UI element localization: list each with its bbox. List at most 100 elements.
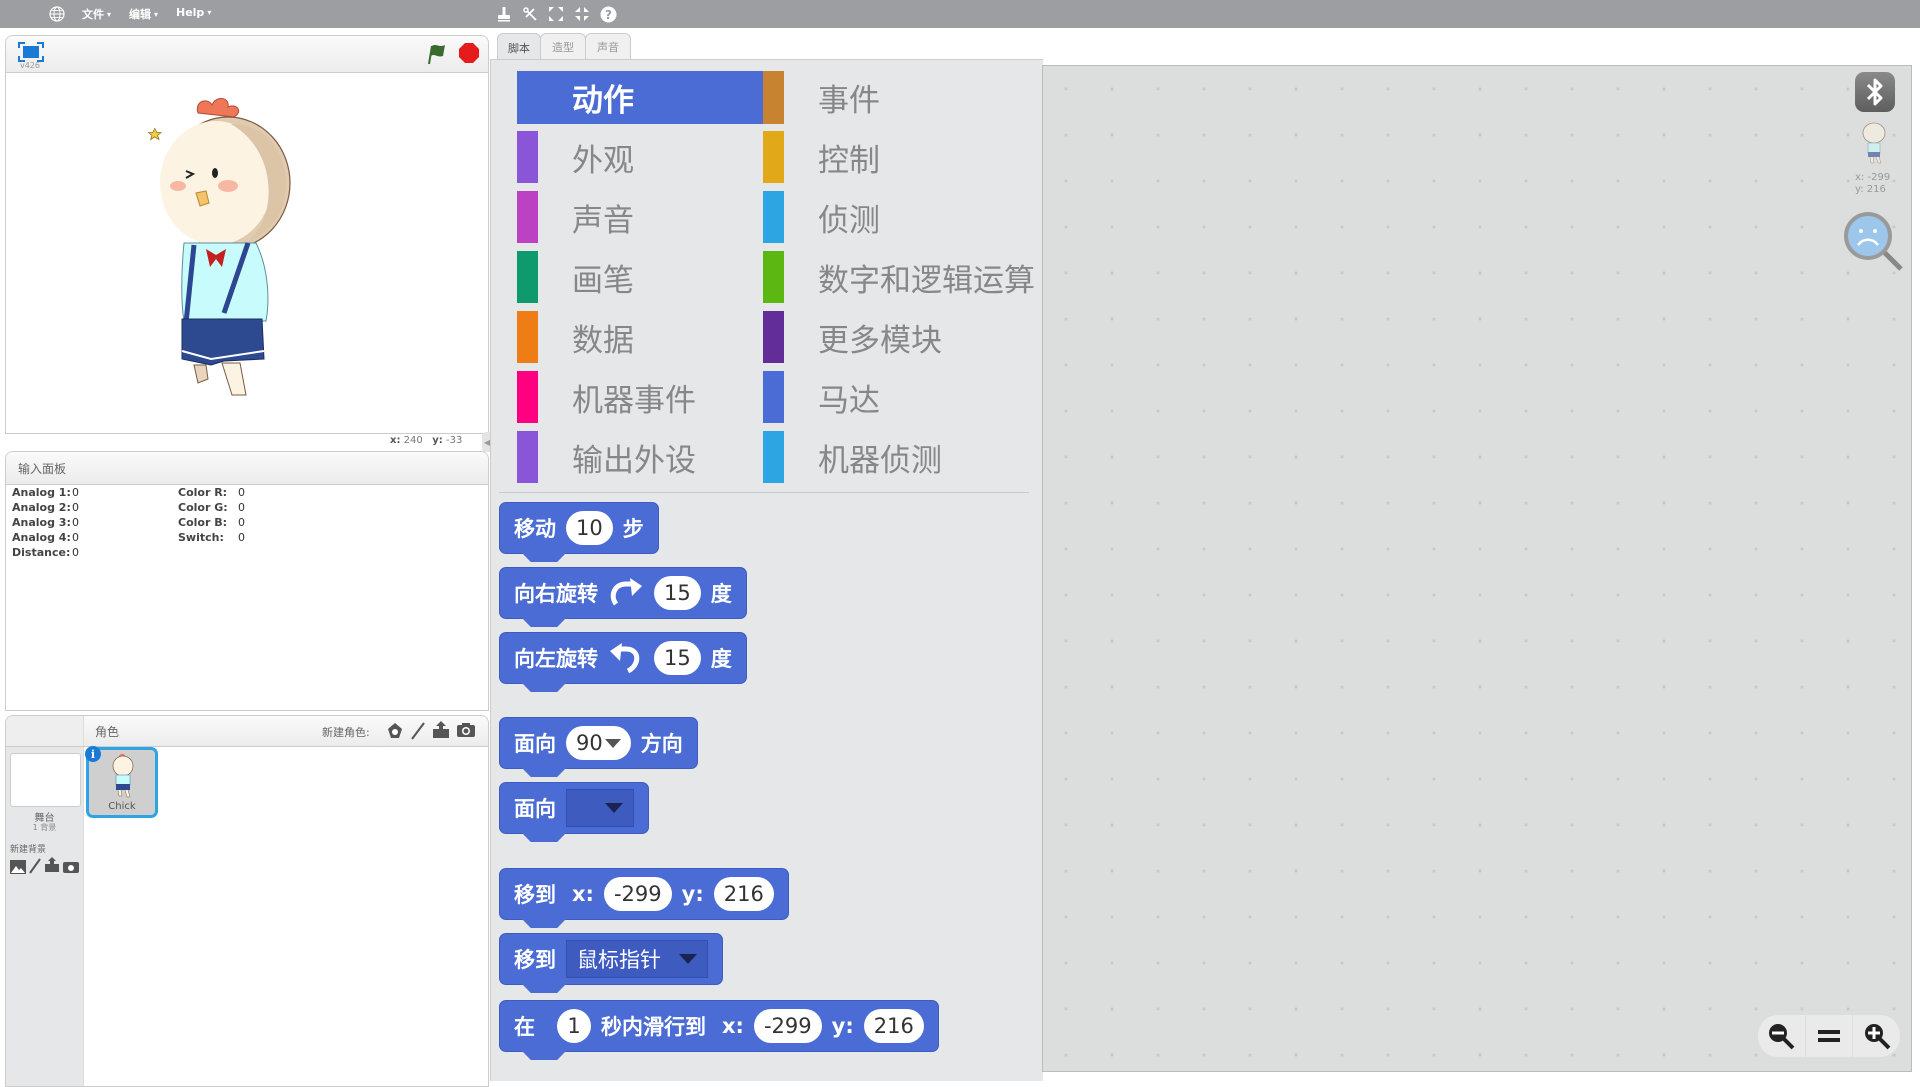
x-input[interactable]: -299 [603,877,672,911]
grow-icon[interactable] [546,4,566,24]
zoom-reset-icon[interactable] [1806,1015,1854,1057]
stamp-icon[interactable] [494,4,514,24]
stage-canvas[interactable] [6,73,488,433]
block-go-to[interactable]: 移到 鼠标指针 [499,933,723,985]
zoom-in-icon[interactable] [1853,1015,1900,1057]
category-operators[interactable]: 数字和逻辑运算 [763,251,1043,303]
y-input[interactable]: 216 [713,877,774,911]
steps-input[interactable]: 10 [566,511,613,545]
seconds-input[interactable]: 1 [557,1009,591,1043]
sprite-thumbnail-image [112,753,134,798]
mouse-y-label: y: [432,435,443,446]
category-output-devices[interactable]: 输出外设 [517,431,763,483]
stage-thumbnail[interactable] [10,753,81,807]
scissors-icon[interactable] [520,4,540,24]
category-label: 输出外设 [572,442,696,479]
category-pen[interactable]: 画笔 [517,251,763,303]
block-point-in-direction[interactable]: 面向 90 方向 [499,717,698,769]
category-motion[interactable]: 动作 [517,71,763,124]
category-more-blocks[interactable]: 更多模块 [763,311,1043,363]
help-icon[interactable]: ? [598,4,618,24]
sprite-tile-chick[interactable]: i Chick [85,746,158,818]
tab-sounds[interactable]: 声音 [585,33,631,60]
sensor-list-left: Analog 1: 0 Analog 2: 0 Analog 3: 0 Analog … [12,485,79,560]
sensor-distance: Distance: 0 [12,545,79,560]
category-sound[interactable]: 声音 [517,191,763,243]
menu-help[interactable]: Help ▾ [176,6,211,19]
block-go-to-xy[interactable]: 移到 x: -299 y: 216 [499,868,789,920]
category-data[interactable]: 数据 [517,311,763,363]
tab-sounds-label: 声音 [597,41,619,54]
block-move-steps[interactable]: 移动 10 步 [499,502,659,554]
script-area[interactable]: x: -299 y: 216 [1042,65,1912,1072]
menu-edit[interactable]: 编辑 ▾ [129,6,158,22]
stage-panel: v426 [5,35,489,434]
degrees-input[interactable]: 15 [654,641,701,675]
block-text: 移到 [514,948,556,972]
category-events[interactable]: 事件 [763,71,1043,124]
globe-icon[interactable] [48,5,66,23]
sprite-library-icon[interactable] [386,722,404,740]
menu-file-label: 文件 [82,8,104,21]
chevron-down-icon: ▾ [154,9,159,19]
sensor-analog-3: Analog 3: 0 [12,515,79,530]
new-backdrop-label: 新建背景 [10,845,47,855]
sensor-value: 0 [72,486,79,499]
sprite-y-label: y: [1855,184,1864,195]
sensor-value: 0 [238,486,245,499]
direction-value: 90 [576,731,603,755]
fullscreen-icon[interactable] [18,42,44,62]
green-flag-icon[interactable] [426,42,448,66]
category-color-bar [763,191,784,243]
sensor-color-g: Color G: 0 [178,500,245,515]
block-glide[interactable]: 在 1 秒内滑行到 x: -299 y: 216 [499,1000,939,1052]
y-input[interactable]: 216 [863,1009,924,1043]
shrink-icon[interactable] [572,4,592,24]
sensor-value: 0 [72,546,79,559]
category-looks[interactable]: 外观 [517,131,763,183]
mouse-coordinates: x: 240 y: -33 [390,435,462,446]
rotate-counterclockwise-icon [608,643,644,673]
degrees-input[interactable]: 15 [654,576,701,610]
x-input[interactable]: -299 [753,1009,822,1043]
camera-backdrop-icon[interactable] [63,859,79,873]
backdrop-library-icon[interactable] [10,859,26,874]
bluetooth-icon[interactable] [1855,72,1895,112]
dropdown-arrow-icon [605,803,623,813]
zoom-out-icon[interactable] [1758,1015,1806,1057]
upload-backdrop-icon[interactable] [44,857,60,873]
camera-icon[interactable] [456,722,476,738]
sensor-value: 0 [238,516,245,529]
category-label: 数据 [572,322,634,359]
stop-sign-icon[interactable] [459,43,479,63]
category-robot-events[interactable]: 机器事件 [517,371,763,423]
sprites-title: 角色 [95,725,120,739]
go-to-target-dropdown[interactable]: 鼠标指针 [566,940,708,978]
block-turn-left[interactable]: 向左旋转 15 度 [499,632,747,684]
sprite-info-icon[interactable]: i [85,746,101,762]
category-robot-sensing[interactable]: 机器侦测 [763,431,1043,483]
block-turn-right[interactable]: 向右旋转 15 度 [499,567,747,619]
category-color-bar [763,371,784,423]
tab-scripts[interactable]: 脚本 [497,33,541,61]
menu-file[interactable]: 文件 ▾ [82,6,111,22]
category-color-bar [763,131,784,183]
block-text: 移动 [514,517,556,541]
towards-dropdown[interactable] [566,789,634,827]
chick-sprite-image[interactable] [136,83,336,403]
category-motor[interactable]: 马达 [763,371,1043,423]
sensor-value: 0 [72,531,79,544]
tab-costumes[interactable]: 造型 [540,33,586,60]
block-text: 移到 [514,883,556,907]
block-text: 步 [622,517,644,541]
category-sensing[interactable]: 侦测 [763,191,1043,243]
direction-dropdown[interactable]: 90 [566,726,631,760]
block-point-towards[interactable]: 面向 [499,782,649,834]
category-color-bar [763,431,784,483]
upload-icon[interactable] [431,721,451,739]
category-control[interactable]: 控制 [763,131,1043,183]
category-label: 声音 [572,202,634,239]
paint-backdrop-icon[interactable] [29,858,41,874]
paint-brush-icon[interactable] [410,722,426,740]
target-value: 鼠标指针 [577,948,661,972]
